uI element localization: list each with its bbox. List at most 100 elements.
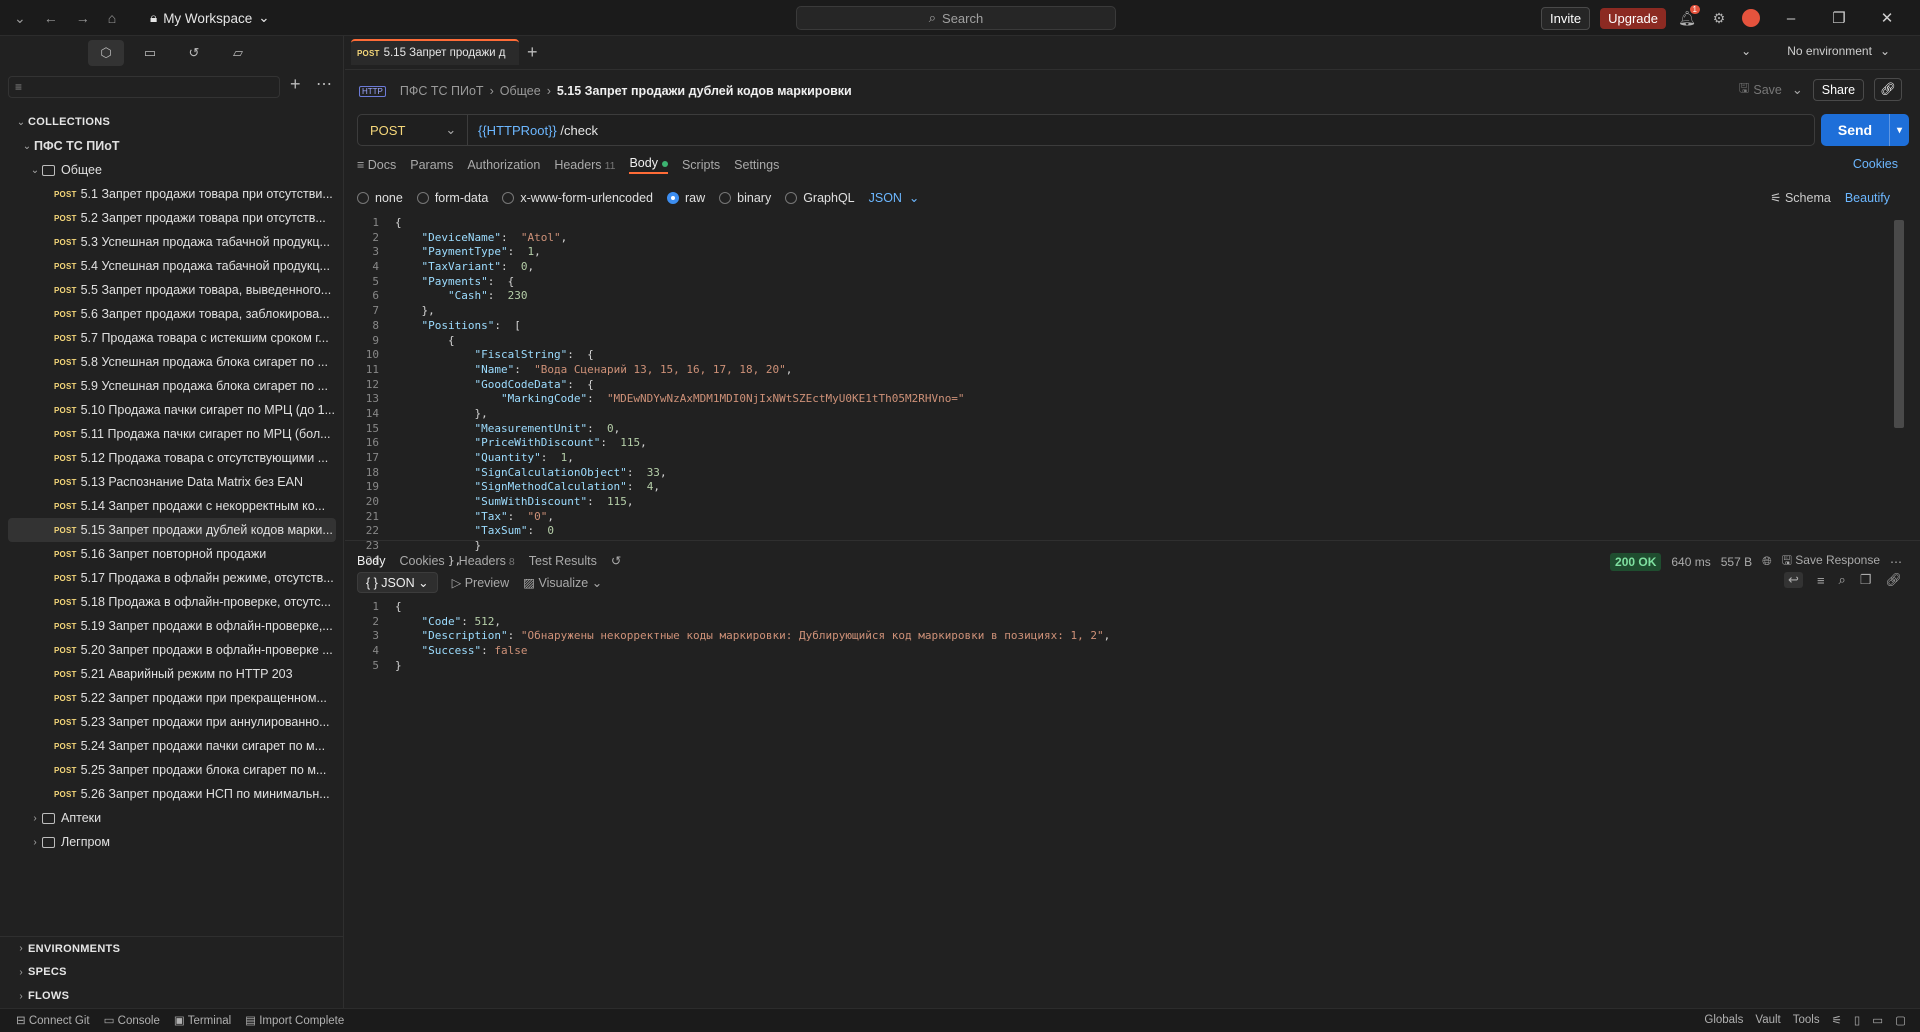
collections-header[interactable]: ⌄ COLLECTIONS (0, 110, 344, 134)
body-mode-none[interactable]: none (357, 191, 403, 205)
new-tab-icon[interactable]: + (527, 42, 538, 63)
folder-item[interactable]: › Легпром (0, 830, 344, 854)
share-button[interactable]: Share (1812, 78, 1865, 101)
minimize-icon[interactable]: – (1772, 0, 1810, 36)
search-bar[interactable]: ⌕ Search (796, 6, 1116, 30)
body-mode-binary[interactable]: binary (719, 191, 771, 205)
layout-icon[interactable]: ▯ (1854, 1013, 1860, 1027)
request-tab[interactable]: POST 5.15 Запрет продажи д (351, 39, 519, 65)
tab-body[interactable]: Body (629, 156, 668, 174)
save-button[interactable]: 🖫︎ Save (1739, 79, 1782, 100)
method-select[interactable]: POST ⌄ (358, 115, 468, 145)
folder-icon[interactable]: ▱ (220, 40, 256, 66)
forward-icon[interactable]: → (76, 10, 90, 26)
url-input[interactable]: {{HTTPRoot}} /check (468, 123, 598, 138)
chevron-down-icon[interactable]: ⌄ (14, 10, 26, 27)
schema-button[interactable]: ⚟ Schema (1770, 190, 1831, 205)
tab-test-results[interactable]: Test Results (529, 554, 597, 568)
request-item[interactable]: POST 5.2 Запрет продажи товара при отсутс… (0, 206, 344, 230)
search-icon[interactable]: ⌕ (1839, 572, 1846, 588)
environments-section[interactable]: › ENVIRONMENTS (0, 936, 344, 960)
console-button[interactable]: ▭ Console (104, 1013, 160, 1027)
flows-section[interactable]: › FLOWS (0, 984, 344, 1008)
breadcrumb-collection[interactable]: ПФС ТС ПИоТ (400, 84, 484, 98)
tab-response-cookies[interactable]: Cookies (400, 554, 445, 568)
history-icon[interactable]: ↺ (611, 553, 621, 568)
send-button[interactable]: Send ▾ (1821, 114, 1909, 146)
history-icon[interactable]: ↺ (176, 40, 212, 66)
specs-section[interactable]: › SPECS (0, 960, 344, 984)
workspace-switcher[interactable]: 🔒︎ My Workspace ⌄ (150, 0, 270, 36)
request-item[interactable]: POST 5.9 Успешная продажа блока сигарет п… (0, 374, 344, 398)
import-status[interactable]: ▤ Import Complete (245, 1013, 344, 1027)
more-icon[interactable]: ⋯ (316, 74, 332, 94)
avatar[interactable] (1740, 7, 1762, 29)
tools-button[interactable]: Tools (1793, 1014, 1820, 1026)
globe-icon[interactable]: 🌐︎ (1762, 554, 1772, 569)
globals-button[interactable]: Globals (1704, 1014, 1743, 1026)
request-item[interactable]: POST 5.10 Продажа пачки сигарет по МРЦ (д… (0, 398, 344, 422)
collections-icon[interactable]: ⬡ (88, 40, 124, 66)
status-badge[interactable]: 200 OK (1610, 552, 1662, 571)
settings-icon[interactable]: ⚟ (1832, 1013, 1842, 1027)
request-item[interactable]: POST 5.8 Успешная продажа блока сигарет п… (0, 350, 344, 374)
request-item[interactable]: POST 5.20 Запрет продажи в офлайн-проверк… (0, 638, 344, 662)
collection-item[interactable]: ⌄ ПФС ТС ПИоТ (0, 134, 344, 158)
back-icon[interactable]: ← (44, 10, 58, 26)
folder-item[interactable]: › Аптеки (0, 806, 344, 830)
tab-params[interactable]: Params (410, 158, 453, 172)
filter-input[interactable]: ≡ (8, 76, 280, 98)
breadcrumb-folder[interactable]: Общее (500, 84, 541, 98)
environments-icon[interactable]: ▭ (132, 40, 168, 66)
request-body-editor[interactable]: 1{2 "DeviceName": "Atol", 3 "PaymentType"… (357, 216, 1909, 568)
add-icon[interactable]: + (290, 74, 301, 95)
save-response-button[interactable]: 🖫︎ Save Response (1782, 551, 1880, 572)
request-item[interactable]: POST 5.24 Запрет продажи пачки сигарет по… (0, 734, 344, 758)
connect-git-button[interactable]: ⊟ Connect Git (16, 1013, 90, 1027)
copy-icon[interactable]: ❐ (1860, 572, 1872, 588)
request-item[interactable]: POST 5.21 Аварийный режим по HTTP 203 (0, 662, 344, 686)
terminal-button[interactable]: ▣ Terminal (174, 1013, 231, 1027)
tab-docs[interactable]: ≡ Docs (357, 158, 396, 172)
request-item[interactable]: POST 5.1 Запрет продажи товара при отсутс… (0, 182, 344, 206)
response-size[interactable]: 557 B (1721, 555, 1752, 569)
request-item[interactable]: POST 5.6 Запрет продажи товара, заблокиро… (0, 302, 344, 326)
bell-icon[interactable]: 🔔︎ 1 (1676, 5, 1700, 29)
beautify-button[interactable]: Beautify (1845, 191, 1890, 205)
gear-icon[interactable]: ⚙ (1708, 7, 1730, 29)
filter-icon[interactable]: ≡ (1817, 573, 1825, 588)
request-item[interactable]: POST 5.15 Запрет продажи дублей кодов мар… (8, 518, 336, 542)
chevron-down-icon[interactable]: ▾ (1889, 114, 1909, 146)
tab-settings[interactable]: Settings (734, 158, 779, 172)
request-item[interactable]: POST 5.5 Запрет продажи товара, выведенно… (0, 278, 344, 302)
body-mode-raw[interactable]: raw (667, 191, 705, 205)
response-body[interactable]: 1{2 "Code": 512, 3 "Description": "Обнару… (357, 600, 1909, 673)
tab-scripts[interactable]: Scripts (682, 158, 720, 172)
request-item[interactable]: POST 5.14 Запрет продажи с некорректным к… (0, 494, 344, 518)
restore-icon[interactable]: ❐ (1820, 0, 1858, 36)
link-icon[interactable]: 🔗︎ (1874, 78, 1902, 101)
more-icon[interactable]: ⋯ (1890, 555, 1902, 569)
body-mode-graphql[interactable]: GraphQL (785, 191, 855, 205)
preview-button[interactable]: ▷ Preview (452, 575, 510, 590)
expand-icon[interactable]: ▢ (1895, 1013, 1906, 1027)
vault-button[interactable]: Vault (1755, 1014, 1780, 1026)
request-item[interactable]: POST 5.13 Распознание Data Matrix без EAN (0, 470, 344, 494)
visualize-button[interactable]: ▨ Visualize ⌄ (523, 575, 602, 590)
raw-type-select[interactable]: JSON ⌄ (869, 190, 920, 206)
request-item[interactable]: POST 5.11 Продажа пачки сигарет по МРЦ (б… (0, 422, 344, 446)
request-item[interactable]: POST 5.26 Запрет продажи НСП по минимальн… (0, 782, 344, 806)
response-time[interactable]: 640 ms (1671, 555, 1710, 569)
tab-headers[interactable]: Headers 11 (554, 158, 615, 172)
link-icon[interactable]: 🔗︎ (1885, 572, 1902, 588)
tab-authorization[interactable]: Authorization (467, 158, 540, 172)
body-mode-urlencoded[interactable]: x-www-form-urlencoded (502, 191, 653, 205)
environment-selector[interactable]: ⌄ No environment ⌄ (1741, 44, 1890, 58)
request-item[interactable]: POST 5.16 Запрет повторной продажи (0, 542, 344, 566)
close-icon[interactable]: ✕ (1868, 0, 1906, 36)
tab-response-headers[interactable]: Headers 8 (459, 554, 515, 568)
folder-item[interactable]: ⌄ Общее (0, 158, 344, 182)
request-item[interactable]: POST 5.7 Продажа товара с истекшим сроком… (0, 326, 344, 350)
request-item[interactable]: POST 5.17 Продажа в офлайн режиме, отсутс… (0, 566, 344, 590)
cookies-link[interactable]: Cookies (1853, 157, 1898, 171)
